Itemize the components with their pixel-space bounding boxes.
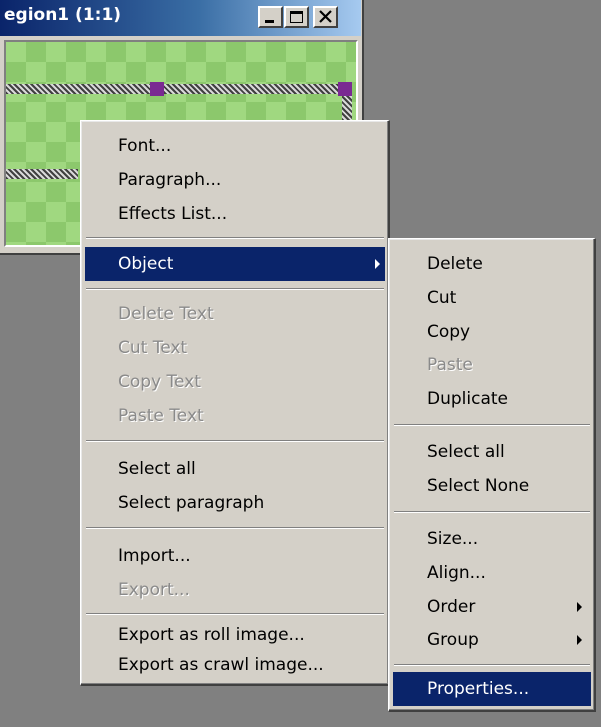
submenu-item-select-none[interactable]: Select None [392,469,592,503]
submenu-arrow-icon [577,635,582,645]
context-menu: Font... Paragraph... Effects List... Obj… [80,120,390,686]
submenu-item-paste: Paste [427,355,473,375]
menu-item-paragraph[interactable]: Paragraph... [84,163,386,197]
maximize-icon [290,11,303,23]
menu-item-paste-text: Paste Text [118,406,204,426]
window-title: egion1 (1:1) [4,5,122,25]
submenu-item-delete[interactable]: Delete [392,247,592,281]
submenu-item-duplicate[interactable]: Duplicate [392,382,592,416]
submenu-item-group[interactable]: Group [392,623,592,657]
minimize-button[interactable] [258,6,283,28]
selection-border-middle [6,169,78,179]
submenu-arrow-icon [577,602,582,612]
menu-item-export: Export... [118,580,190,600]
object-submenu: Delete Cut Copy Paste Duplicate Select a… [388,238,596,712]
submenu-item-align[interactable]: Align... [392,556,592,590]
maximize-button[interactable] [284,6,309,28]
submenu-item-size[interactable]: Size... [392,522,592,556]
menu-item-export-roll-image[interactable]: Export as roll image... [84,618,386,652]
selection-border-top [6,84,346,94]
menu-item-copy-text: Copy Text [118,372,201,392]
submenu-item-copy[interactable]: Copy [392,315,592,349]
menu-item-select-all[interactable]: Select all [84,452,386,486]
menu-item-effects-list[interactable]: Effects List... [84,197,386,231]
menu-separator [86,440,384,442]
menu-separator [86,527,384,529]
close-icon [319,10,332,23]
menu-separator [86,288,384,290]
menu-item-select-paragraph[interactable]: Select paragraph [84,486,386,520]
close-button[interactable] [313,6,338,28]
submenu-arrow-icon [375,259,380,269]
menu-separator [394,424,590,426]
desktop: egion1 (1:1) Font... Paragraph... Effect… [0,0,601,727]
menu-item-object[interactable]: Object [85,247,385,281]
minimize-icon [265,20,274,23]
menu-separator [86,613,384,615]
submenu-item-cut[interactable]: Cut [392,281,592,315]
menu-item-delete-text: Delete Text [118,304,214,324]
menu-separator [86,237,384,239]
menu-separator [394,664,590,666]
menu-separator [394,511,590,513]
submenu-item-properties[interactable]: Properties... [393,672,591,706]
menu-item-export-crawl-image[interactable]: Export as crawl image... [84,648,386,682]
menu-item-cut-text: Cut Text [118,338,188,358]
submenu-item-order[interactable]: Order [392,590,592,624]
selection-handle[interactable] [338,82,352,96]
menu-item-import[interactable]: Import... [84,539,386,573]
selection-handle[interactable] [150,82,164,96]
menu-item-font[interactable]: Font... [84,129,386,163]
submenu-item-select-all[interactable]: Select all [392,435,592,469]
title-bar[interactable]: egion1 (1:1) [0,0,361,36]
